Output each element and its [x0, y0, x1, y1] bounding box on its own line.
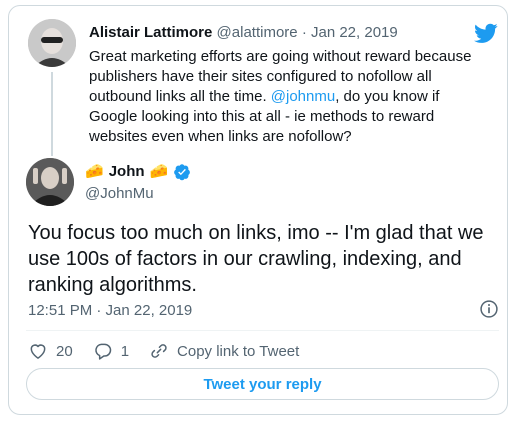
like-count: 20: [56, 342, 73, 360]
cheese-emoji-left: 🧀: [85, 163, 104, 180]
date-separator: ·: [301, 24, 307, 41]
tweet-your-reply-button[interactable]: Tweet your reply: [26, 368, 499, 400]
like-action[interactable]: 20: [28, 341, 73, 361]
author-handle[interactable]: @JohnMu: [85, 185, 154, 202]
parent-tweet-header: Alistair Lattimore @alattimore · Jan 22,…: [89, 24, 398, 42]
embedded-tweet-card: Alistair Lattimore @alattimore · Jan 22,…: [8, 5, 508, 415]
reply-action[interactable]: 1: [93, 341, 129, 361]
reply-count: 1: [120, 342, 130, 360]
tweet-text: You focus too much on links, imo -- I'm …: [28, 222, 484, 296]
parent-tweet-text: Great marketing efforts are going withou…: [89, 47, 484, 147]
parent-author-name[interactable]: Alistair Lattimore: [89, 24, 212, 41]
twitter-bird-icon[interactable]: [474, 21, 498, 45]
copy-link-action[interactable]: Copy link to Tweet: [149, 341, 299, 361]
parent-author-handle[interactable]: @alattimore: [217, 24, 298, 41]
link-icon[interactable]: [149, 341, 169, 361]
actions-divider: [26, 330, 499, 331]
verified-badge-icon: [174, 164, 191, 181]
info-icon[interactable]: [479, 299, 499, 319]
parent-author-avatar[interactable]: [28, 19, 76, 67]
thread-connector-line: [51, 72, 53, 156]
heart-icon[interactable]: [28, 341, 48, 361]
tweet-actions: 20 1 Copy link to Tweet: [28, 339, 319, 363]
author-name[interactable]: John: [109, 162, 145, 182]
tweet-timestamp[interactable]: 12:51 PM · Jan 22, 2019: [28, 302, 192, 319]
reply-icon[interactable]: [93, 341, 113, 361]
author-avatar[interactable]: [26, 158, 74, 206]
parent-tweet-date[interactable]: Jan 22, 2019: [311, 24, 398, 41]
copy-link-label: Copy link to Tweet: [177, 342, 300, 360]
mention-link[interactable]: @johnmu: [271, 88, 335, 105]
cheese-emoji-right: 🧀: [149, 163, 169, 180]
author-info: 🧀 John 🧀: [85, 162, 191, 182]
parent-tweet[interactable]: Alistair Lattimore @alattimore · Jan 22,…: [9, 6, 507, 156]
